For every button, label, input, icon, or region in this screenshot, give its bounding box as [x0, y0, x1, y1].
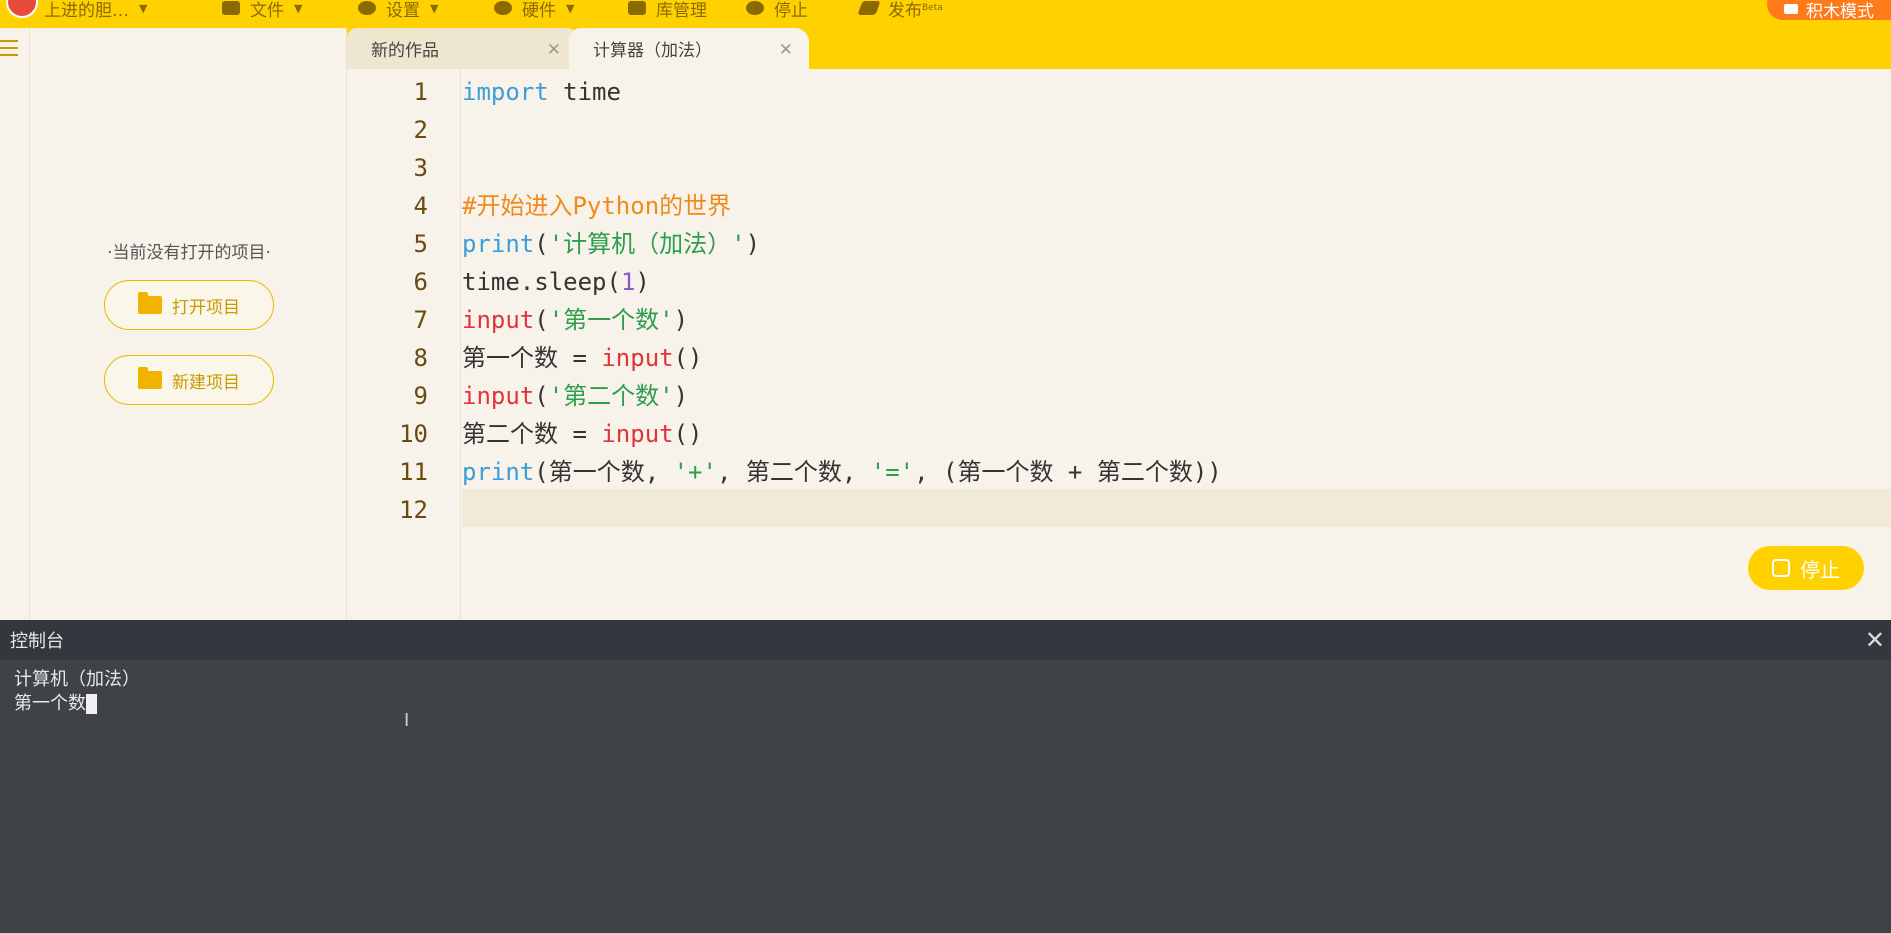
- code-area[interactable]: import time #开始进入Python的世界 print('计算机（加法…: [462, 69, 1891, 620]
- line-number: 1: [413, 78, 428, 106]
- chevron-down-icon: ▼: [566, 1, 575, 15]
- folder-new-icon: [138, 367, 162, 389]
- tab-label: 计算器（加法）: [593, 41, 712, 61]
- console-input-line[interactable]: 第一个数: [14, 692, 1877, 716]
- no-project-message: ·当前没有打开的项目·: [107, 243, 271, 263]
- code-line: 第二个数 = input(): [462, 420, 703, 448]
- open-project-label: 打开项目: [172, 297, 240, 318]
- console-line-text: 第一个数: [14, 693, 86, 714]
- line-number: 9: [413, 382, 428, 410]
- console-header: 控制台 ✕: [0, 620, 1891, 660]
- code-line: #开始进入Python的世界: [462, 192, 732, 220]
- beta-badge: Beta: [922, 3, 943, 13]
- tab-new-work[interactable]: 新的作品 ✕: [347, 28, 577, 69]
- menu-hardware-label: 硬件: [522, 0, 556, 21]
- publish-icon: [857, 1, 881, 15]
- block-mode-label: 积木模式: [1806, 1, 1874, 22]
- code-editor[interactable]: 1 2 3 4 5 6 7 8 9 10 11 12 import time #…: [347, 69, 1891, 620]
- user-menu[interactable]: 上进的胆… ▼: [44, 0, 148, 21]
- folder-open-icon: [138, 292, 162, 314]
- menu-stop-label: 停止: [774, 0, 808, 21]
- menu-publish-label: 发布: [888, 0, 922, 21]
- close-icon[interactable]: ✕: [779, 40, 793, 60]
- chevron-down-icon: ▼: [430, 1, 439, 15]
- ibeam-cursor-icon: I: [404, 710, 410, 731]
- code-line: input('第二个数'): [462, 382, 689, 410]
- top-menu-bar: 上进的胆… ▼ 文件 ▼ 设置 ▼ 硬件 ▼ 库管理 停止 发布 Beta 积木…: [0, 0, 1891, 28]
- console-title: 控制台: [10, 631, 64, 652]
- line-number: 12: [399, 496, 428, 524]
- line-number: 2: [413, 116, 428, 144]
- console-line: 计算机（加法）: [14, 669, 140, 690]
- open-project-button[interactable]: 打开项目: [104, 280, 274, 330]
- menu-stop[interactable]: 停止: [746, 0, 808, 21]
- sidebar-toggle-icon[interactable]: [0, 40, 20, 58]
- code-line: 第一个数 = input(): [462, 344, 703, 372]
- new-project-label: 新建项目: [172, 372, 240, 393]
- menu-library[interactable]: 库管理: [628, 0, 707, 21]
- code-line: print(第一个数, '+', 第二个数, '=', (第一个数 + 第二个数…: [462, 458, 1222, 486]
- block-mode-button[interactable]: 积木模式: [1767, 0, 1891, 22]
- chevron-down-icon: ▼: [294, 1, 303, 15]
- stop-run-button[interactable]: 停止: [1748, 546, 1864, 590]
- menu-settings[interactable]: 设置 ▼: [358, 0, 439, 21]
- project-sidebar: ·当前没有打开的项目· 打开项目 新建项目: [31, 28, 347, 620]
- current-code-line: [462, 489, 1891, 527]
- menu-settings-label: 设置: [386, 0, 420, 21]
- tab-label: 新的作品: [371, 41, 439, 61]
- close-icon[interactable]: ✕: [1865, 626, 1885, 654]
- hardware-icon: [494, 1, 512, 15]
- line-number: 3: [413, 154, 428, 182]
- blocks-icon: [1784, 4, 1798, 14]
- line-number: 6: [413, 268, 428, 296]
- line-number: 5: [413, 230, 428, 258]
- console-output[interactable]: 计算机（加法） 第一个数: [0, 660, 1891, 933]
- menu-file-label: 文件: [250, 0, 284, 21]
- chevron-down-icon: ▼: [139, 1, 148, 15]
- stop-icon: [746, 1, 764, 15]
- close-icon[interactable]: ✕: [547, 40, 561, 60]
- library-icon: [628, 1, 646, 15]
- user-name: 上进的胆…: [44, 0, 129, 21]
- editor-tabstrip: 新的作品 ✕ 计算器（加法） ✕: [347, 28, 1891, 69]
- code-line: import time: [462, 78, 621, 106]
- code-line: print('计算机（加法）'): [462, 230, 761, 258]
- menu-publish[interactable]: 发布 Beta: [857, 0, 943, 21]
- line-number: 7: [413, 306, 428, 334]
- stop-icon: [1772, 559, 1790, 577]
- code-line: time.sleep(1): [462, 268, 650, 296]
- file-icon: [222, 1, 240, 15]
- menu-hardware[interactable]: 硬件 ▼: [494, 0, 575, 21]
- menu-file[interactable]: 文件 ▼: [222, 0, 303, 21]
- new-project-button[interactable]: 新建项目: [104, 355, 274, 405]
- user-avatar[interactable]: [6, 0, 38, 18]
- line-number: 4: [413, 192, 428, 220]
- left-rail: [0, 28, 30, 620]
- tab-calculator[interactable]: 计算器（加法） ✕: [569, 28, 809, 69]
- line-number: 10: [399, 420, 428, 448]
- line-number: 11: [399, 458, 428, 486]
- stop-run-label: 停止: [1800, 557, 1840, 582]
- text-cursor: [86, 694, 97, 714]
- gear-icon: [358, 1, 376, 15]
- menu-library-label: 库管理: [656, 0, 707, 21]
- line-number-gutter: 1 2 3 4 5 6 7 8 9 10 11 12: [347, 69, 461, 620]
- line-number: 8: [413, 344, 428, 372]
- code-line: input('第一个数'): [462, 306, 689, 334]
